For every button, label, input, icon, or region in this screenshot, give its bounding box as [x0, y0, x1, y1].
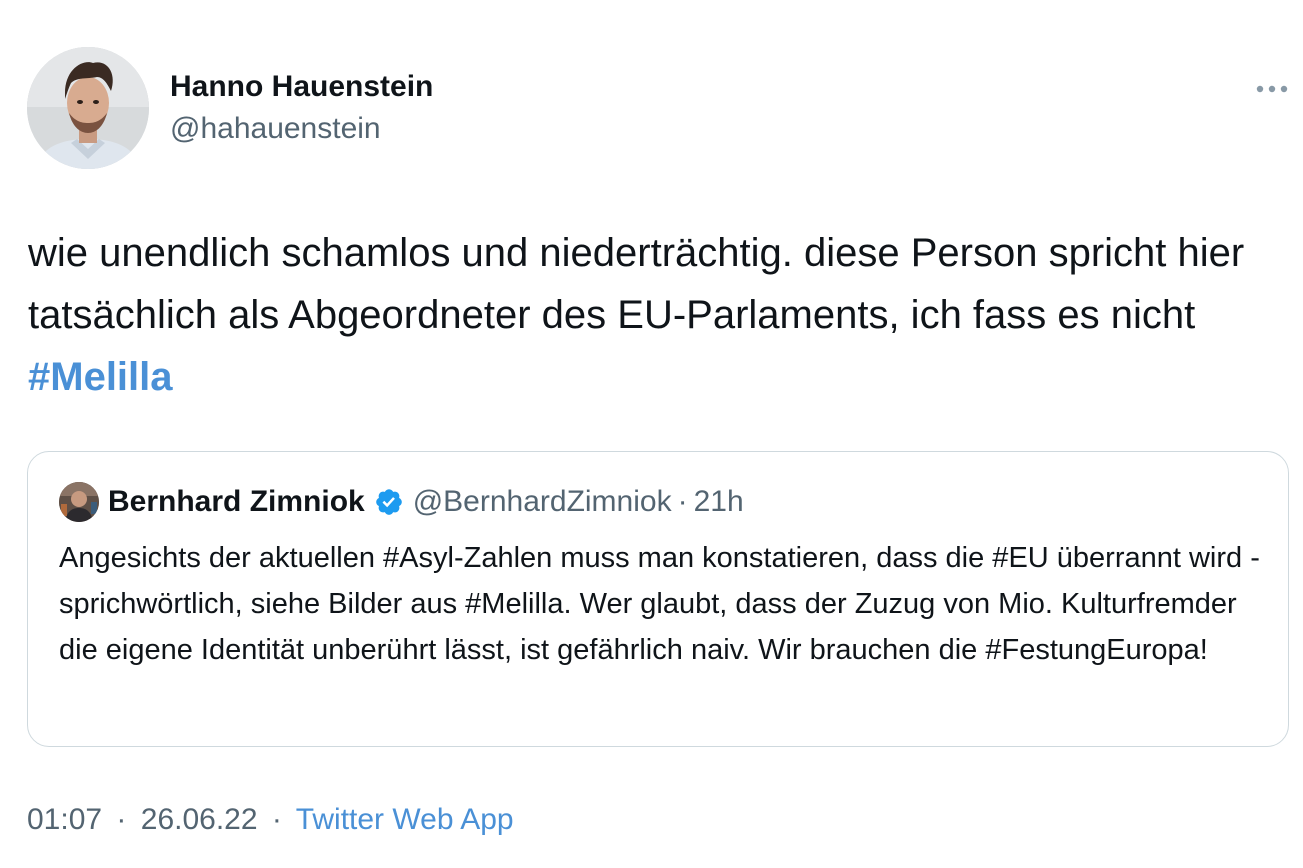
- tweet-time[interactable]: 01:07: [27, 803, 102, 836]
- tweet-text: wie unendlich schamlos und niederträchti…: [28, 222, 1288, 408]
- verified-badge-icon: [375, 489, 402, 515]
- ellipsis-icon: [1256, 85, 1288, 93]
- quoted-timestamp: 21h: [693, 485, 744, 518]
- header-separator: ·: [677, 485, 688, 518]
- tweet-text-body: wie unendlich schamlos und niederträchti…: [28, 231, 1245, 337]
- quoted-tweet-card[interactable]: Bernhard Zimniok @BernhardZimniok · 21h …: [27, 451, 1289, 747]
- quoted-author-handle: @BernhardZimniok: [412, 485, 672, 518]
- author-avatar[interactable]: [27, 47, 149, 169]
- quoted-tweet-header: Bernhard Zimniok @BernhardZimniok · 21h: [108, 481, 744, 523]
- meta-separator-2: ·: [271, 803, 282, 836]
- quoted-profile-photo-icon: [59, 482, 99, 522]
- author-handle[interactable]: @hahauenstein: [170, 112, 381, 146]
- author-display-name[interactable]: Hanno Hauenstein: [170, 70, 433, 104]
- tweet-date[interactable]: 26.06.22: [141, 803, 258, 836]
- more-options-button[interactable]: [1250, 74, 1294, 104]
- quoted-author-display-name: Bernhard Zimniok: [108, 485, 365, 518]
- tweet-detail: Hanno Hauenstein @hahauenstein wie unend…: [0, 0, 1303, 868]
- source-link[interactable]: Twitter Web App: [296, 803, 514, 836]
- meta-separator: ·: [116, 803, 127, 836]
- hashtag-link[interactable]: #Melilla: [28, 355, 173, 399]
- tweet-meta: 01:07 · 26.06.22 · Twitter Web App: [27, 803, 514, 837]
- quoted-tweet-text: Angesichts der aktuellen #Asyl-Zahlen mu…: [59, 542, 1260, 666]
- quoted-author-avatar[interactable]: [59, 482, 99, 522]
- profile-photo-icon: [27, 47, 149, 169]
